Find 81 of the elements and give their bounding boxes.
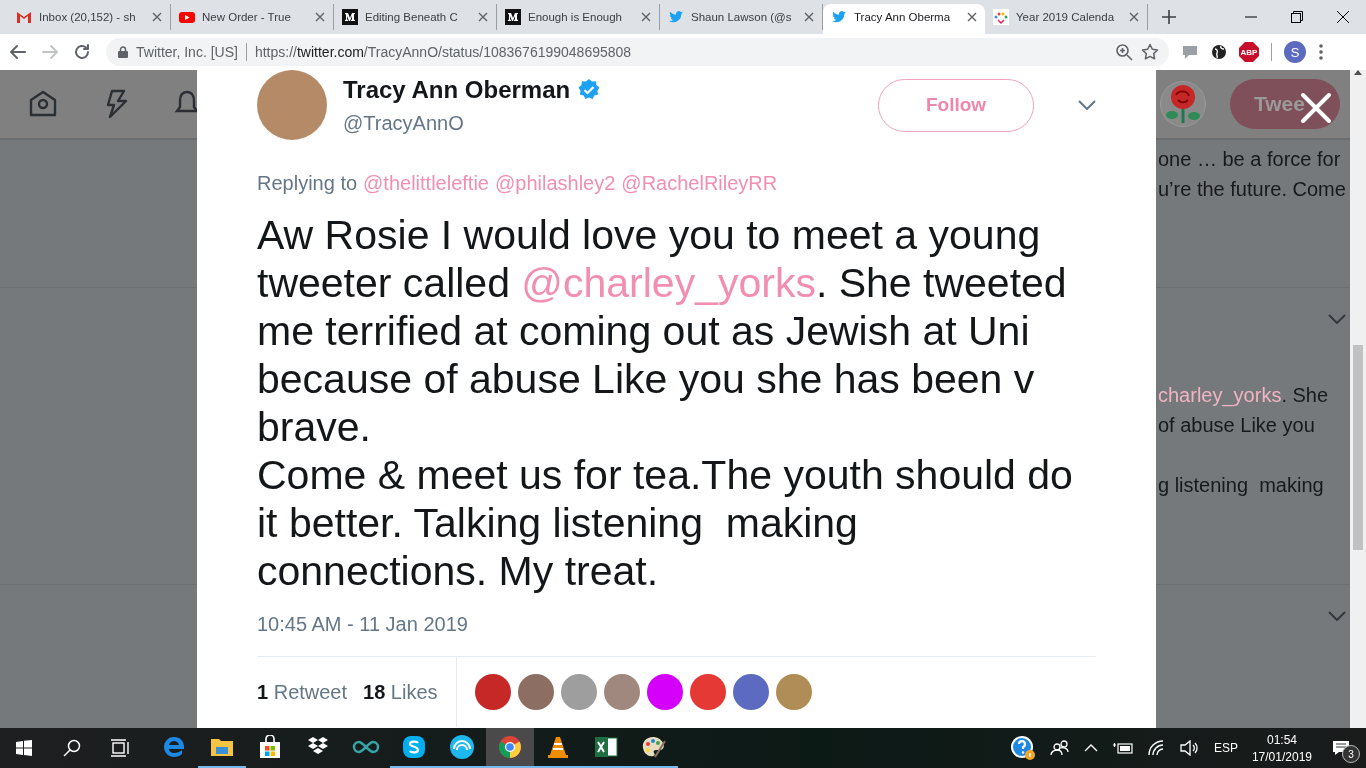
traffic-cone-icon[interactable]: [546, 735, 570, 759]
close-icon[interactable]: [1337, 11, 1349, 23]
browser-tab[interactable]: Enough is Enough: [497, 4, 660, 30]
m-logo-icon: [342, 9, 358, 25]
shopping-bag-icon[interactable]: [258, 735, 282, 759]
reload-icon[interactable]: [72, 42, 92, 62]
tweet-text-line: one … be a force for: [1158, 147, 1341, 172]
liker-avatar[interactable]: [474, 674, 511, 710]
home-icon[interactable]: [28, 89, 58, 119]
rose-icon: [1166, 85, 1200, 123]
liker-avatar[interactable]: [603, 674, 640, 710]
tweet-text: Come & meet us for tea.The youth should do it better. Talking listening making connections. My treat.: [257, 451, 1074, 595]
clock-time[interactable]: 01:54: [1266, 732, 1297, 747]
site-identity[interactable]: Twitter, Inc. [US]: [136, 44, 238, 60]
tweet-text: Aw Rosie I would love you to meet a young tweeter called @charley_yorks. She tweeted me terrified at coming out as Jewish at Uni because of abuse Like you she has been v brave.: [257, 211, 1068, 451]
liker-avatar[interactable]: [775, 674, 812, 710]
liker-avatar[interactable]: [689, 674, 726, 710]
browser-tab[interactable]: Tracy Ann Oberma: [823, 4, 985, 34]
replying-label: Replying to: [257, 172, 358, 195]
chevron-down-icon[interactable]: [1328, 611, 1346, 621]
browser-tab[interactable]: New Order - True: [171, 4, 334, 30]
display-name[interactable]: Tracy Ann Oberman: [343, 75, 571, 104]
s-logo-icon[interactable]: [402, 735, 426, 759]
lock-icon: [118, 46, 128, 58]
browser-tab[interactable]: Inbox (20,152) - sh: [8, 4, 171, 30]
clock-date[interactable]: 17/01/2019: [1251, 749, 1312, 764]
close-icon[interactable]: [967, 12, 977, 22]
user-handle[interactable]: @TracyAnnO: [343, 111, 601, 135]
infinity-icon[interactable]: [352, 739, 380, 755]
signal-app-icon[interactable]: [449, 734, 475, 760]
people-icon[interactable]: [1049, 740, 1070, 756]
back-icon[interactable]: [8, 42, 28, 62]
bird-icon: [831, 9, 847, 25]
browser-tab[interactable]: Year 2019 Calenda: [985, 4, 1148, 30]
e-logo-icon[interactable]: [162, 735, 186, 759]
input-language[interactable]: ESP: [1213, 741, 1238, 755]
browser-tab[interactable]: Editing Beneath C: [334, 4, 497, 30]
tweet-text-line: g listening making: [1158, 473, 1324, 498]
chevron-up-icon[interactable]: [1083, 744, 1098, 752]
extension-icon[interactable]: [1181, 43, 1199, 61]
tweet-text-line: u’re the future. Come: [1158, 177, 1346, 202]
sparkle-icon: [993, 9, 1009, 25]
liker-avatar[interactable]: [646, 674, 683, 710]
tweet-text-line: of abuse Like you: [1158, 413, 1315, 438]
profile-avatar[interactable]: S: [1284, 41, 1306, 63]
address-bar[interactable]: Twitter, Inc. [US] https://twitter.com/TracyAnnO/status/1083676199048695808: [106, 38, 1169, 66]
play-icon: [179, 9, 195, 25]
help-icon[interactable]: [1009, 735, 1036, 761]
battery-icon[interactable]: [1111, 741, 1134, 755]
engagement-count[interactable]: 18 Likes: [363, 680, 438, 704]
rose-avatar[interactable]: [1160, 81, 1206, 127]
lightning-icon[interactable]: [104, 89, 128, 119]
bird-icon: [668, 9, 684, 25]
adblock-icon[interactable]: ABP: [1239, 42, 1259, 62]
palette-icon[interactable]: [641, 735, 667, 759]
url-text: https://twitter.com/TracyAnnO/status/1083676199048695808: [254, 44, 633, 60]
liker-avatar[interactable]: [560, 674, 597, 710]
mail-icon: [16, 9, 32, 25]
wifi-icon[interactable]: [1147, 740, 1166, 756]
menu-icon[interactable]: [1318, 43, 1324, 61]
globe-icon[interactable]: [1211, 44, 1227, 60]
liker-avatar[interactable]: [732, 674, 769, 710]
tweet-text-line: charley_yorks. She: [1158, 383, 1329, 409]
tweet-timestamp[interactable]: 10:45 AM - 11 Jan 2019: [257, 613, 1096, 636]
star-icon[interactable]: [1141, 43, 1159, 61]
m-logo-icon: [505, 9, 521, 25]
task-view-icon[interactable]: [110, 739, 130, 757]
engagement-count[interactable]: 1 Retweet: [257, 680, 348, 704]
scrollbar-thumb[interactable]: [1353, 345, 1363, 550]
windows-logo-icon[interactable]: [16, 740, 32, 756]
chevron-down-icon[interactable]: [1328, 314, 1346, 324]
liker-avatar[interactable]: [517, 674, 554, 710]
restore-icon[interactable]: [1291, 11, 1303, 23]
search-icon[interactable]: [63, 739, 81, 757]
chevron-down-icon[interactable]: [1078, 100, 1096, 110]
spreadsheet-icon[interactable]: [594, 735, 618, 759]
notification-badge: 3: [1342, 745, 1360, 763]
new-tab-icon[interactable]: [1162, 10, 1176, 24]
chrome-icon[interactable]: [498, 735, 522, 759]
volume-icon[interactable]: [1179, 740, 1200, 756]
zoom-icon[interactable]: [1115, 43, 1133, 61]
